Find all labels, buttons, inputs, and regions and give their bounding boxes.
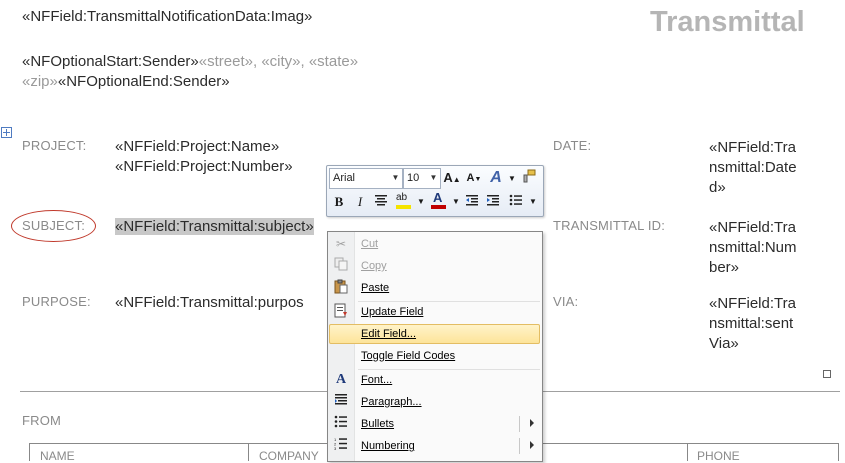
transmittal-id-label: TRANSMITTAL ID: (553, 218, 666, 233)
column-divider (248, 444, 249, 461)
italic-icon[interactable]: I (351, 193, 369, 211)
purpose-label: PURPOSE: (22, 294, 91, 309)
menu-item-label: Toggle Field Codes (361, 350, 456, 362)
purpose-field[interactable]: «NFField:Transmittal:purpos (115, 294, 327, 311)
menu-item-label: Update Field (361, 306, 424, 318)
via-field-line: nsmittal:sent (709, 315, 794, 332)
city-field: «city», (261, 53, 305, 70)
font-name-combo[interactable]: Arial ▼ (329, 168, 403, 189)
chevron-down-icon[interactable]: ▼ (428, 170, 439, 185)
increase-indent-icon[interactable] (484, 193, 502, 211)
menu-item-bullets[interactable]: Bullets (329, 414, 540, 434)
transmittal-id-line: «NFField:Tra (709, 219, 796, 236)
annotation-circle (11, 210, 96, 242)
submenu-arrow-icon[interactable] (530, 419, 534, 427)
decrease-indent-icon[interactable] (463, 193, 481, 211)
project-label: PROJECT: (22, 138, 87, 153)
scissors-icon: ✂ (335, 237, 347, 251)
state-field: «state» (308, 53, 359, 70)
menu-item-update-field[interactable]: Update Field (329, 302, 540, 322)
sender-line-1: «NFOptionalStart:Sender»«street», «city»… (22, 53, 358, 70)
chevron-down-icon[interactable]: ▼ (524, 193, 542, 211)
column-header-phone: PHONE (697, 449, 740, 463)
paragraph-icon (332, 393, 350, 411)
menu-item-font[interactable]: A Font... (329, 370, 540, 390)
menu-item-paragraph[interactable]: Paragraph... (329, 392, 540, 412)
menu-item-label: Paste (361, 282, 390, 294)
chevron-down-icon[interactable]: ▼ (390, 170, 401, 185)
menu-item-label: Cut (361, 238, 379, 250)
bullets-icon[interactable] (507, 193, 525, 211)
numbering-icon: 123 (332, 437, 350, 455)
menu-item-label: Numbering (361, 440, 415, 452)
column-header-name: NAME (40, 449, 75, 463)
table-resize-handle[interactable] (823, 370, 831, 378)
menu-item-edit-field[interactable]: Edit Field... (329, 324, 540, 344)
document-title: Transmittal (650, 6, 805, 38)
from-label: FROM (22, 413, 62, 428)
via-field[interactable]: «NFField:Tra nsmittal:sent Via» (709, 294, 796, 354)
menu-item-toggle-field-codes[interactable]: Toggle Field Codes (329, 346, 540, 366)
sender-end-field: «NFOptionalEnd:Sender» (57, 73, 230, 90)
font-icon: A (335, 372, 347, 387)
sender-line-2: «zip»«NFOptionalEnd:Sender» (22, 73, 230, 90)
submenu-divider (519, 416, 520, 432)
chevron-down-icon[interactable]: ▼ (412, 193, 430, 211)
bullets-icon (332, 415, 350, 433)
menu-item-label: Font... (361, 374, 393, 386)
zip-field: «zip» (22, 73, 58, 90)
shrink-font-icon[interactable]: A▼ (465, 169, 483, 187)
image-field: «NFField:TransmittalNotificationData:Ima… (22, 8, 313, 25)
project-name-field[interactable]: «NFField:Project:Name» (115, 138, 279, 155)
bold-icon[interactable]: B (330, 193, 348, 211)
grow-font-icon[interactable]: A▲ (443, 169, 461, 187)
date-label: DATE: (553, 138, 592, 153)
transmittal-id-field[interactable]: «NFField:Tra nsmittal:Num ber» (709, 218, 797, 278)
menu-item-copy[interactable]: Copy (329, 256, 540, 276)
font-name-value: Arial (333, 172, 356, 184)
mini-toolbar: Arial ▼ 10 ▼ A▲ A▼ A ▼ B I ab ▼ A ▼ ▼ (326, 165, 544, 217)
paste-icon (332, 279, 350, 297)
menu-item-label: Copy (361, 260, 387, 272)
column-divider (687, 444, 688, 461)
via-field-line: «NFField:Tra (709, 295, 796, 312)
street-field: «street», (198, 53, 258, 70)
format-painter-icon[interactable] (520, 169, 538, 187)
transmittal-id-line: nsmittal:Num (709, 239, 797, 256)
menu-item-label: Bullets (361, 418, 395, 430)
font-size-combo[interactable]: 10 ▼ (403, 168, 441, 189)
menu-item-cut[interactable]: ✂ Cut (329, 234, 540, 254)
submenu-arrow-icon[interactable] (530, 441, 534, 449)
font-color-icon[interactable]: A (429, 190, 447, 209)
sender-start-field: «NFOptionalStart:Sender» (22, 53, 199, 70)
update-field-icon (332, 303, 350, 321)
project-number-field[interactable]: «NFField:Project:Number» (115, 158, 293, 175)
menu-item-numbering[interactable]: 123 Numbering (329, 436, 540, 456)
column-header-company: COMPANY (259, 449, 319, 463)
date-field-line: nsmittal:Date (709, 159, 797, 176)
date-field[interactable]: «NFField:Tra nsmittal:Date d» (709, 138, 797, 198)
table-move-handle-icon[interactable] (1, 127, 12, 138)
menu-item-label: Edit Field... (361, 328, 417, 340)
copy-icon (332, 257, 350, 275)
chevron-down-icon[interactable]: ▼ (503, 170, 521, 188)
svg-text:3: 3 (334, 446, 337, 450)
subject-field[interactable]: «NFField:Transmittal:subject» (115, 218, 314, 235)
via-label: VIA: (553, 294, 579, 309)
center-icon[interactable] (372, 193, 390, 211)
submenu-divider (519, 438, 520, 454)
font-size-value: 10 (407, 172, 420, 184)
via-field-line: Via» (709, 335, 739, 352)
transmittal-id-line: ber» (709, 259, 740, 276)
highlight-icon[interactable]: ab (394, 192, 412, 210)
context-menu: ✂ Cut Copy Paste Update Field Edit Field… (327, 231, 543, 462)
menu-item-label: Paragraph... (361, 396, 422, 408)
date-field-line: d» (709, 179, 726, 196)
menu-item-paste[interactable]: Paste (329, 278, 540, 298)
date-field-line: «NFField:Tra (709, 139, 796, 156)
